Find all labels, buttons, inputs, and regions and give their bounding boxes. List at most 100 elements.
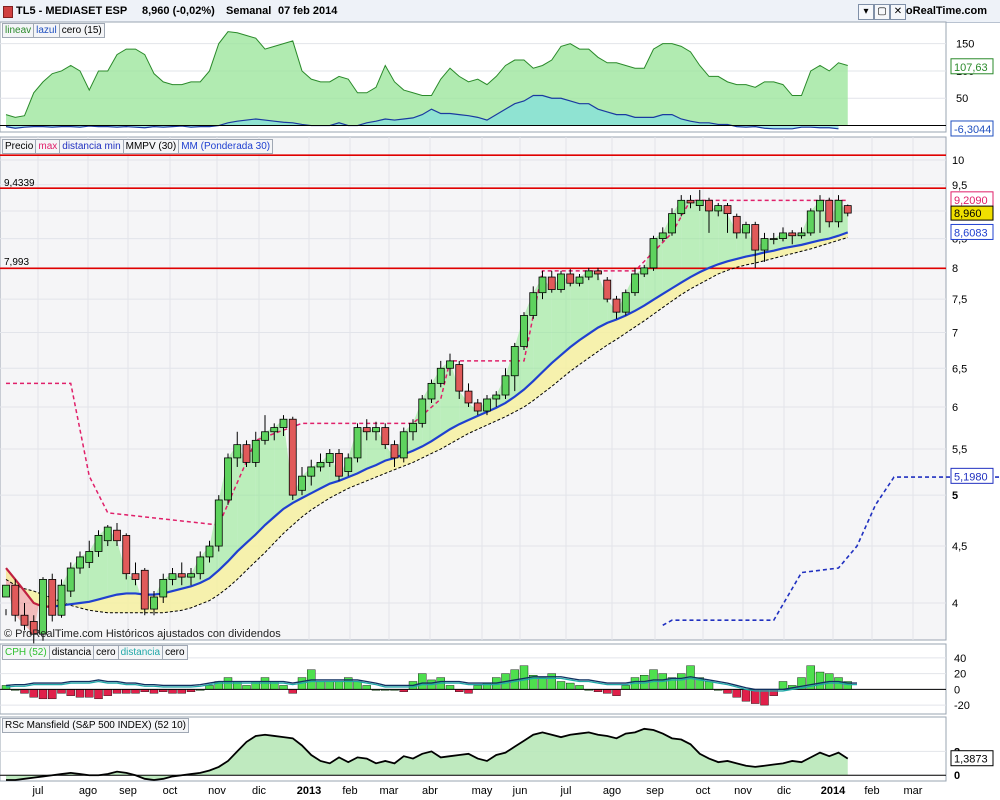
candle-body	[797, 232, 806, 237]
osc-bar	[612, 689, 621, 696]
x-tick-label: nov	[208, 785, 226, 797]
candle-body	[298, 475, 306, 491]
candle-body	[575, 276, 584, 284]
x-tick-label: mar	[380, 785, 399, 797]
osc-bar	[29, 689, 38, 698]
price-tick-label: 7,5	[952, 294, 967, 306]
osc-tick-label: -20	[954, 700, 970, 712]
price-tick-label: 4	[952, 598, 958, 610]
osc-bar	[445, 685, 455, 690]
candle-body	[594, 270, 602, 275]
price-cloud-segment	[690, 200, 700, 278]
x-tick-label: 2013	[297, 785, 321, 797]
price-cloud-segment	[709, 205, 719, 268]
level-label-low: 7,993	[4, 257, 30, 268]
osc-bar	[704, 681, 714, 690]
candle-body	[566, 273, 575, 284]
osc-bar	[205, 685, 214, 690]
price-tag: 5,1980	[954, 471, 988, 483]
x-tick-label: abr	[422, 785, 438, 797]
legend-cero[interactable]: cero (15)	[60, 24, 104, 37]
candle-body	[103, 526, 112, 542]
osc-bar	[362, 685, 371, 690]
legend-cero-1[interactable]: cero	[94, 646, 119, 659]
price-legend[interactable]: Precio max distancia min MMPV (30) MM (P…	[2, 139, 274, 154]
legend-distancia[interactable]: distancia	[50, 646, 95, 659]
price-cloud-segment	[570, 277, 580, 348]
legend-lazul[interactable]: lazul	[34, 24, 60, 37]
candle-body	[695, 199, 704, 206]
candle-body	[39, 579, 47, 635]
rsc-legend[interactable]: RSc Mansfield (S&P 500 INDEX) (52 10)	[2, 718, 190, 733]
osc-bar	[103, 689, 112, 696]
x-tick-label: feb	[342, 785, 357, 797]
x-tick-label: oct	[696, 785, 711, 797]
candle-body	[806, 210, 815, 234]
osc-bar	[85, 689, 94, 698]
candle-body	[177, 573, 186, 578]
legend-max[interactable]: max	[36, 140, 61, 153]
osc-tick-label: 20	[954, 669, 966, 681]
candle-body	[640, 267, 649, 275]
osc-bar	[556, 681, 566, 690]
osc-tick-label: 0	[954, 684, 960, 696]
price-tick-label: 7	[952, 327, 958, 339]
price-cloud-segment	[366, 427, 376, 469]
candle-body	[418, 398, 427, 424]
osc-bar	[464, 689, 473, 694]
x-tick-label: 2014	[821, 785, 846, 797]
candle-body	[677, 199, 686, 215]
osc-bar	[20, 689, 29, 694]
top-legend[interactable]: lineav lazul cero (15)	[2, 23, 105, 38]
candle-body	[492, 394, 501, 400]
candle-body	[251, 439, 260, 463]
candle-body	[399, 431, 408, 459]
legend-distancia-min[interactable]: distancia min	[60, 140, 124, 153]
osc-bar	[334, 681, 344, 690]
level-label-high: 9,4339	[4, 178, 35, 189]
legend-cero-2[interactable]: cero	[163, 646, 186, 659]
legend-distancia-2[interactable]: distancia	[119, 646, 164, 659]
osc-bar	[815, 671, 825, 690]
osc-bar	[57, 689, 66, 694]
candle-body	[168, 573, 177, 580]
candle-body	[779, 232, 787, 239]
price-tick-label: 6	[952, 402, 958, 414]
price-tick-label: 4,5	[952, 541, 967, 553]
osc-bar	[760, 689, 769, 706]
candle-body	[85, 551, 94, 563]
oscillator-legend[interactable]: CPH (52) distancia cero distancia cero	[2, 645, 188, 660]
candle-body	[140, 569, 149, 610]
candle-body	[446, 360, 454, 369]
x-tick-label: dic	[777, 785, 792, 797]
osc-bar	[122, 689, 131, 694]
osc-bar	[168, 689, 177, 694]
legend-lineav[interactable]: lineav	[3, 24, 35, 37]
legend-precio[interactable]: Precio	[3, 140, 37, 153]
candle-body	[362, 427, 371, 433]
top-tag-lazul: -6,3044	[954, 124, 991, 136]
candle-body	[529, 292, 538, 316]
candle-body	[825, 199, 834, 223]
candle-body	[344, 457, 353, 472]
candle-body	[11, 584, 20, 616]
candle-body	[122, 535, 131, 575]
x-tick-label: sep	[119, 785, 137, 797]
candle-body	[455, 364, 464, 392]
legend-mm-ponderada[interactable]: MM (Ponderada 30)	[179, 140, 272, 153]
osc-bar	[288, 689, 297, 694]
legend-rsc[interactable]: RSc Mansfield (S&P 500 INDEX) (52 10)	[3, 719, 188, 732]
price-tick-label: 6,5	[952, 363, 967, 375]
candle-body	[325, 453, 334, 463]
osc-bar	[547, 673, 556, 690]
candle-body	[760, 238, 769, 251]
candle-body	[113, 529, 121, 542]
legend-mmpv[interactable]: MMPV (30)	[124, 140, 180, 153]
candle-body	[381, 427, 390, 446]
chart-root: TL5 - MEDIASET ESP 8,960 (-0,02%) Semana…	[0, 0, 1000, 800]
candle-body	[131, 573, 140, 580]
candle-body	[483, 398, 491, 412]
legend-cph[interactable]: CPH (52)	[3, 646, 50, 659]
candle-body	[66, 567, 75, 592]
osc-bar	[538, 677, 547, 690]
